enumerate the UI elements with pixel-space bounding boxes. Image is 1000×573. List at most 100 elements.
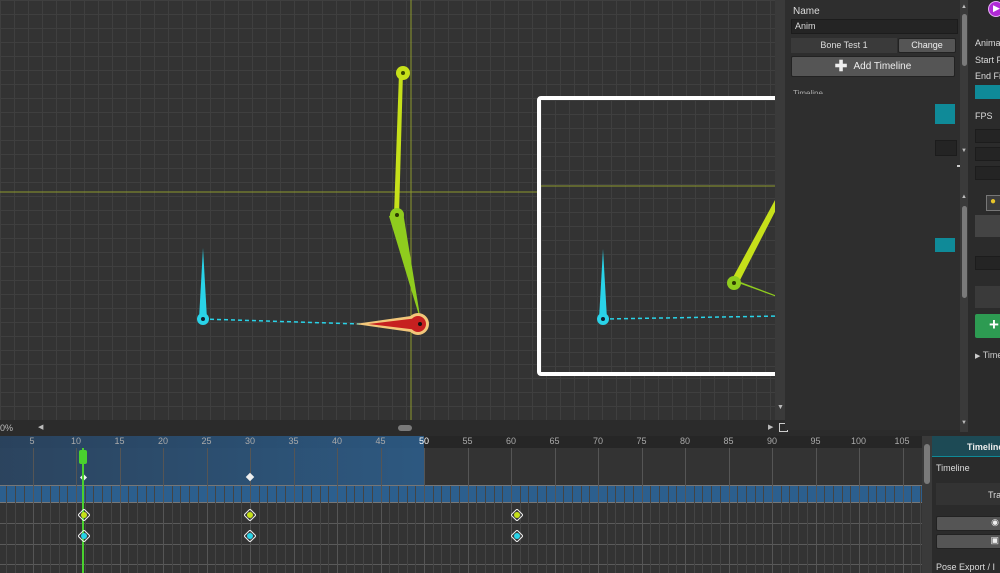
frame-gridline xyxy=(798,486,800,573)
inspector-scroll-thumb-bottom[interactable] xyxy=(962,206,967,298)
frame-gridline xyxy=(102,486,104,573)
ruler-selection-range[interactable] xyxy=(0,436,424,448)
viewport-hscroll[interactable]: 0% ◀ ▶ xyxy=(0,420,790,436)
frame-gridline xyxy=(545,486,547,573)
bone-cyan xyxy=(199,248,207,319)
frame-gridline xyxy=(685,448,686,573)
timeline-tracks[interactable] xyxy=(0,448,922,573)
frame-gridline xyxy=(110,486,112,573)
timeline-section-label: Timeline xyxy=(793,89,823,94)
frame-gridline xyxy=(919,486,921,573)
timeline-range-highlight[interactable] xyxy=(0,448,424,485)
timeline-vscroll[interactable] xyxy=(922,436,932,573)
frame-gridline xyxy=(632,486,634,573)
frame-gridline xyxy=(815,448,817,573)
ruler-tick-label: 35 xyxy=(288,436,299,446)
visibility-toggle[interactable]: ◉ xyxy=(936,516,1000,531)
hscroll-thumb[interactable] xyxy=(398,425,412,431)
timeline-header: Timeline xyxy=(967,442,1000,452)
fps-field[interactable] xyxy=(975,129,1000,143)
anim-label: Anima xyxy=(975,38,1000,48)
frame-gridline xyxy=(841,486,843,573)
camera-toggle[interactable]: ▣ xyxy=(936,534,1000,549)
frame-gridline xyxy=(189,486,191,573)
keyframe-marker[interactable] xyxy=(243,508,257,522)
frame-gridline xyxy=(319,486,321,573)
settings-field-6[interactable] xyxy=(975,286,1000,308)
ruler-tick-label: 70 xyxy=(593,436,604,446)
ruler-tick-label: 15 xyxy=(114,436,125,446)
frame-gridline xyxy=(702,486,704,573)
inspector-field-1[interactable] xyxy=(935,140,957,156)
ruler-tick-label: 60 xyxy=(506,436,517,446)
playhead-handle[interactable] xyxy=(79,450,87,464)
ruler-tick-label: 80 xyxy=(680,436,691,446)
viewport-vscroll[interactable]: ▼ xyxy=(775,0,785,420)
bulb-icon[interactable]: ● xyxy=(986,195,1000,211)
frame-ruler[interactable]: 5 10 15 20 25 30 35 40 45 50 55 60 65 70 75 80 85 90 95 100… xyxy=(0,436,925,448)
frame-gridline xyxy=(136,486,138,573)
chevron-right-icon: ▶ xyxy=(975,353,981,360)
frame-gridline xyxy=(363,486,365,573)
frame-gridline xyxy=(711,486,713,573)
settings-field-5[interactable] xyxy=(975,256,1000,270)
keyframe-marker[interactable] xyxy=(510,529,524,543)
inspector-scroll-thumb-top[interactable] xyxy=(962,14,967,66)
add-button[interactable]: + xyxy=(975,314,1000,338)
frame-gridline xyxy=(267,486,269,573)
settings-field-3[interactable] xyxy=(975,166,1000,180)
frame-gridline xyxy=(119,448,121,573)
name-label: Name xyxy=(793,6,820,17)
frame-gridline xyxy=(406,486,408,573)
keyframe-marker[interactable] xyxy=(77,529,91,543)
timeline-color-swatch-2 xyxy=(935,238,955,252)
frame-gridline xyxy=(780,486,782,573)
frame-gridline xyxy=(589,486,591,573)
frame-gridline xyxy=(450,486,452,573)
frame-gridline xyxy=(528,486,530,573)
scroll-right-arrow[interactable]: ▶ xyxy=(768,423,773,431)
frame-gridline xyxy=(302,486,304,573)
frame-gridline xyxy=(223,486,225,573)
timeline-foldout[interactable]: ▶ Time xyxy=(975,350,1000,360)
frame-gridline xyxy=(128,486,130,573)
end-frame-field[interactable] xyxy=(975,85,1000,99)
frame-gridline xyxy=(867,486,869,573)
timeline-side-panel: Timeline Timeline Tra ◉ ▣ Pose Export / … xyxy=(932,436,1000,573)
frame-gridline xyxy=(902,448,904,573)
frame-gridline xyxy=(641,448,643,573)
name-field[interactable]: Anim xyxy=(791,19,958,34)
scroll-down-arrow[interactable]: ▼ xyxy=(777,404,784,411)
keyframe-marker[interactable] xyxy=(77,508,91,522)
settings-field-2[interactable] xyxy=(975,147,1000,161)
frame-gridline xyxy=(745,486,747,573)
frame-gridline xyxy=(232,486,234,573)
frame-gridline xyxy=(380,448,382,573)
ruler-tick-label: 20 xyxy=(158,436,169,446)
frame-gridline xyxy=(876,486,878,573)
frame-gridline xyxy=(371,486,373,573)
add-timeline-button[interactable]: ✚ Add Timeline xyxy=(791,56,955,77)
start-frame-label: Start F xyxy=(975,55,1000,65)
frame-gridline xyxy=(493,486,495,573)
frame-gridline xyxy=(458,486,460,573)
change-button[interactable]: Change xyxy=(898,38,956,53)
frame-gridline xyxy=(737,486,739,573)
play-icon[interactable]: ▶ xyxy=(988,1,1000,17)
frame-gridline xyxy=(467,448,469,573)
ruler-tick-label: 40 xyxy=(332,436,343,446)
preview-bone-cyan xyxy=(599,249,607,319)
pose-export-label: Pose Export / I xyxy=(936,562,996,572)
timeline-range-bar[interactable] xyxy=(0,486,922,502)
timeline-scroll-thumb[interactable] xyxy=(924,444,930,484)
keyframe-marker[interactable] xyxy=(510,508,524,522)
frame-gridline xyxy=(32,448,34,573)
animation-inspector: Name Anim Bone Test 1 Change ✚ Add Timel… xyxy=(785,0,967,430)
scroll-left-arrow[interactable]: ◀ xyxy=(38,423,43,431)
inspector-vscroll[interactable]: ▲ ▼ ▲ ▼ xyxy=(960,0,968,432)
settings-field-4[interactable] xyxy=(975,215,1000,237)
frame-gridline xyxy=(197,486,199,573)
frame-gridline xyxy=(606,486,608,573)
keyframe-marker[interactable] xyxy=(243,529,257,543)
frame-gridline xyxy=(571,486,573,573)
